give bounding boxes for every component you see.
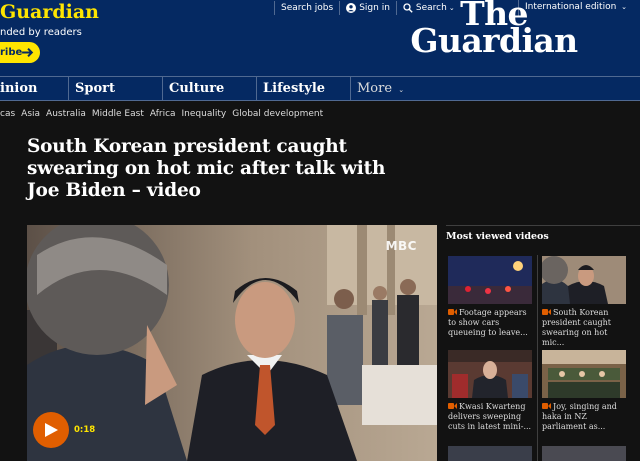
divider xyxy=(274,1,275,15)
sign-in-link[interactable]: Sign in xyxy=(346,3,390,13)
most-viewed-title: Most viewed videos xyxy=(446,231,549,242)
header: Guardian nded by readers ribe Search job… xyxy=(0,0,640,76)
subnav-item-inequality[interactable]: Inequality xyxy=(182,109,227,119)
caption-text: Footage appears to show cars queueing to… xyxy=(448,308,528,337)
most-viewed-caption: Joy, singing and haka in NZ parliament a… xyxy=(542,402,628,432)
video-thumbnail xyxy=(542,256,626,304)
video-camera-icon xyxy=(542,309,551,315)
subnav-item-asia[interactable]: Asia xyxy=(21,109,40,119)
video-camera-icon xyxy=(542,403,551,409)
video-thumbnail xyxy=(448,256,532,304)
subnav-item-global-development[interactable]: Global development xyxy=(232,109,323,119)
video-thumbnail[interactable] xyxy=(542,446,626,461)
divider xyxy=(339,1,341,15)
broadcaster-watermark: MBC xyxy=(385,239,417,253)
video-camera-icon xyxy=(448,309,457,315)
nav-item-culture[interactable]: Culture xyxy=(162,77,256,100)
nav-item-lifestyle[interactable]: Lifestyle xyxy=(256,77,350,100)
page: Guardian nded by readers ribe Search job… xyxy=(0,0,640,461)
video-thumbnail xyxy=(542,350,626,398)
arrow-right-icon xyxy=(22,48,34,57)
caption-text: Joy, singing and haka in NZ parliament a… xyxy=(542,402,617,431)
most-viewed-item[interactable]: Footage appears to show cars queueing to… xyxy=(448,256,534,338)
most-viewed-item[interactable]: South Korean president caught swearing o… xyxy=(542,256,628,348)
nav-item-sport[interactable]: Sport xyxy=(68,77,162,100)
support-title: Guardian xyxy=(0,1,99,23)
more-label: More xyxy=(357,81,393,96)
chevron-down-icon: ⌄ xyxy=(621,3,628,11)
subnav-item-australia[interactable]: Australia xyxy=(46,109,86,119)
user-icon xyxy=(346,3,357,13)
most-viewed-caption: Kwasi Kwarteng delivers sweeping cuts in… xyxy=(448,402,534,432)
chevron-down-icon: ⌄ xyxy=(398,86,405,94)
video-camera-icon xyxy=(448,403,457,409)
subscribe-button[interactable]: ribe xyxy=(0,42,40,63)
support-subtitle: nded by readers xyxy=(0,27,82,38)
subscribe-label: ribe xyxy=(0,47,23,58)
search-jobs-label: Search jobs xyxy=(281,3,334,13)
most-viewed-item[interactable]: Kwasi Kwarteng delivers sweeping cuts in… xyxy=(448,350,534,432)
nav-item-opinion[interactable]: inion xyxy=(0,77,68,100)
logo-line-2: Guardian xyxy=(410,21,578,60)
play-button[interactable] xyxy=(33,412,69,448)
sub-nav: cas Asia Australia Middle East Africa In… xyxy=(0,102,640,126)
most-viewed-sidebar: Most viewed videos xyxy=(446,225,640,242)
most-viewed-caption: South Korean president caught swearing o… xyxy=(542,308,628,348)
subnav-item-middle-east[interactable]: Middle East xyxy=(92,109,144,119)
article-headline: South Korean president caught swearing o… xyxy=(27,136,386,201)
subnav-item-africa[interactable]: Africa xyxy=(150,109,176,119)
most-viewed-item[interactable]: Joy, singing and haka in NZ parliament a… xyxy=(542,350,628,432)
most-viewed-caption: Footage appears to show cars queueing to… xyxy=(448,308,534,338)
sign-in-label: Sign in xyxy=(359,3,390,13)
video-thumbnail[interactable] xyxy=(448,446,532,461)
caption-text: South Korean president caught swearing o… xyxy=(542,308,611,347)
main-nav: inion Sport Culture Lifestyle More ⌄ xyxy=(0,76,640,101)
divider xyxy=(537,255,538,461)
search-jobs-link[interactable]: Search jobs xyxy=(281,3,333,13)
nav-item-more[interactable]: More ⌄ xyxy=(350,77,640,100)
subnav-item-americas[interactable]: cas xyxy=(0,109,15,119)
divider xyxy=(395,1,397,15)
play-icon xyxy=(45,423,58,437)
guardian-logo[interactable]: The Guardian xyxy=(404,0,584,60)
caption-text: Kwasi Kwarteng delivers sweeping cuts in… xyxy=(448,402,532,431)
video-player[interactable]: MBC 0:18 xyxy=(27,225,437,461)
video-duration: 0:18 xyxy=(74,425,96,435)
video-thumbnail xyxy=(448,350,532,398)
